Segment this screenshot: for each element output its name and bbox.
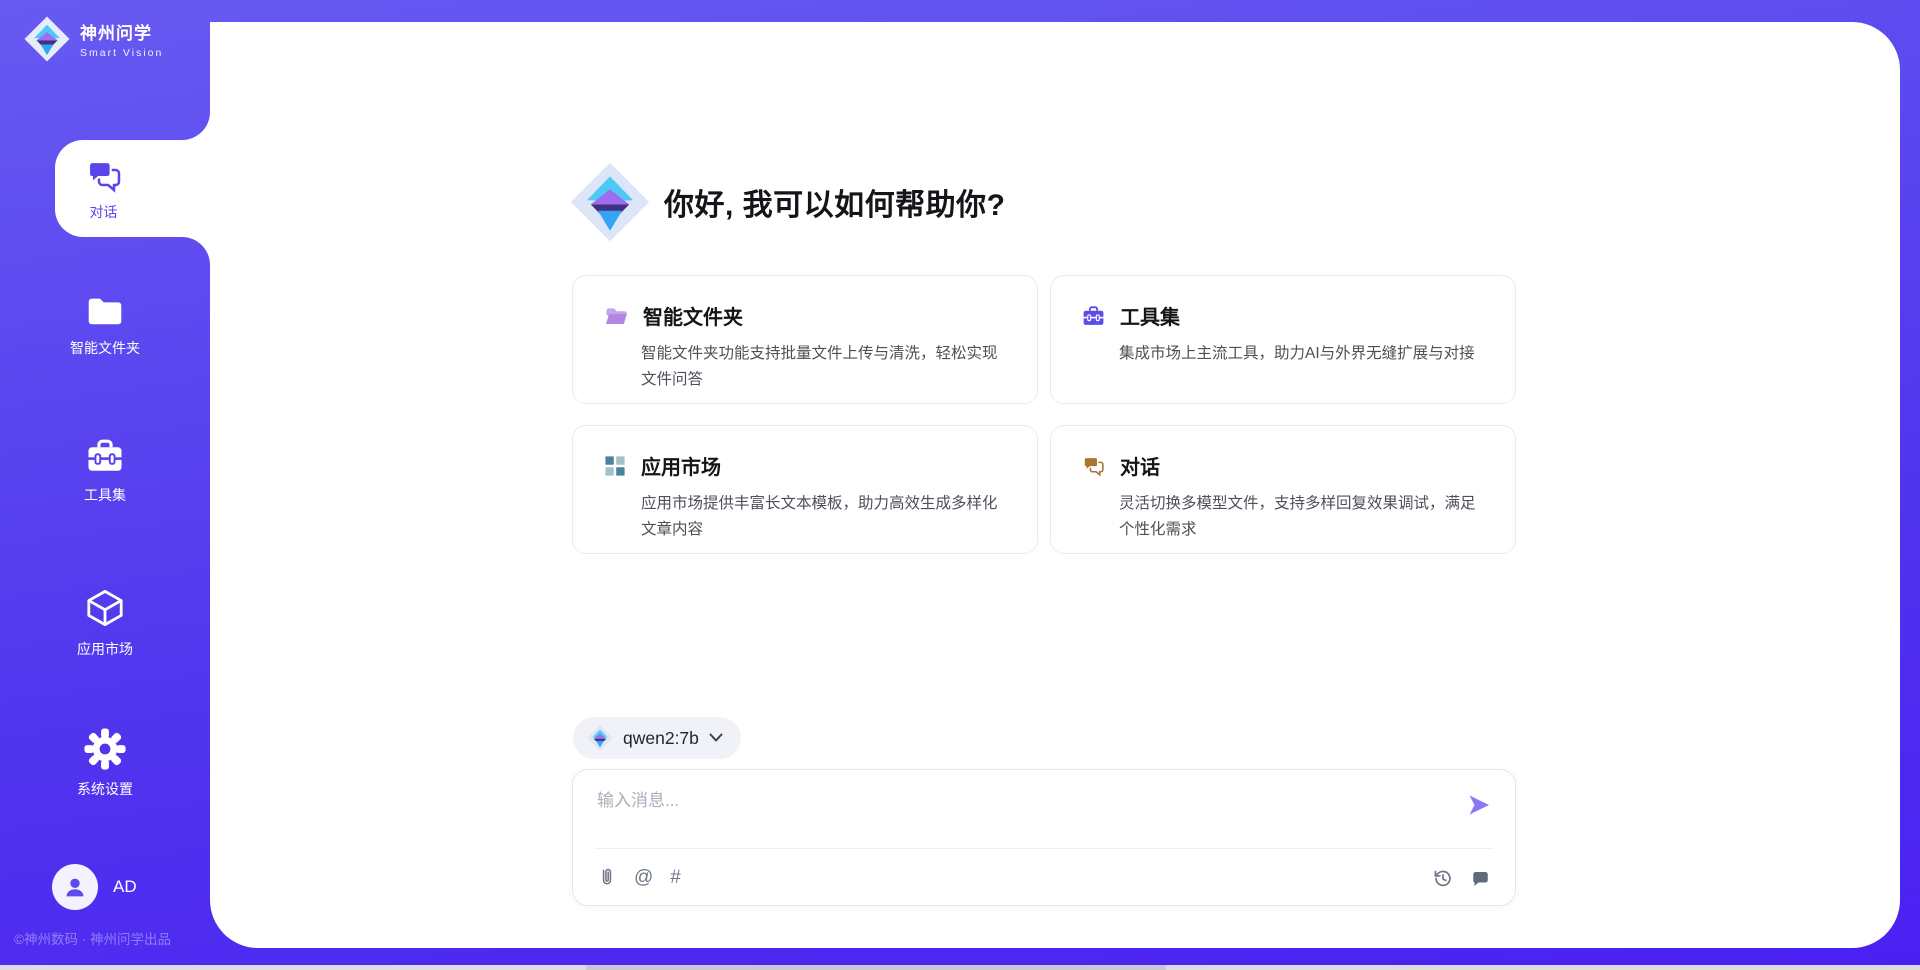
copyright: ©神州数码 · 神州问学出品 <box>14 928 210 948</box>
main-panel: 你好, 我可以如何帮助你? 智能文件夹 智能文件夹功能支持批量文件上传与清洗，轻… <box>210 22 1900 948</box>
folder-open-icon <box>603 304 629 328</box>
model-selector[interactable]: qwen2:7b <box>573 717 741 759</box>
grid-icon <box>603 454 627 478</box>
sidebar-item-settings[interactable]: 系统设置 <box>0 728 210 799</box>
card-description: 集成市场上主流工具，助力AI与外界无缝扩展与对接 <box>1119 341 1485 367</box>
scrollbar-thumb[interactable] <box>586 965 1166 970</box>
card-title: 对话 <box>1120 451 1160 480</box>
collapse-chat-button[interactable] <box>1470 868 1491 889</box>
composer-toolbar: @ # <box>597 858 1491 898</box>
card-chat[interactable]: 对话 灵活切换多模型文件，支持多样回复效果调试，满足个性化需求 <box>1050 425 1516 554</box>
card-description: 应用市场提供丰富长文本模板，助力高效生成多样化文章内容 <box>641 491 1007 543</box>
sidebar-item-label: 工具集 <box>84 485 126 505</box>
card-description: 智能文件夹功能支持批量文件上传与清洗，轻松实现文件问答 <box>641 341 1007 393</box>
history-icon <box>1432 868 1453 889</box>
mention-icon: @ <box>634 867 653 889</box>
chevron-down-icon <box>709 733 723 743</box>
mention-button[interactable]: @ <box>634 867 653 889</box>
sidebar-item-chat[interactable]: 对话 <box>55 140 210 237</box>
avatar <box>52 864 98 910</box>
send-button[interactable] <box>1467 794 1491 816</box>
send-icon <box>1467 794 1491 816</box>
card-title: 智能文件夹 <box>643 301 743 330</box>
horizontal-scrollbar[interactable] <box>0 965 1920 970</box>
concave-curve-top <box>182 84 210 140</box>
composer: @ # <box>572 769 1516 906</box>
composer-divider <box>595 848 1493 849</box>
toolbox-icon <box>84 436 126 476</box>
greeting-title: 你好, 我可以如何帮助你? <box>664 180 1006 224</box>
person-icon <box>60 872 90 902</box>
card-description: 灵活切换多模型文件，支持多样回复效果调试，满足个性化需求 <box>1119 491 1485 543</box>
folder-icon <box>84 293 126 329</box>
card-title: 工具集 <box>1120 301 1180 330</box>
toolbox-icon <box>1081 304 1106 328</box>
brand-subtitle: Smart Vision <box>80 47 163 59</box>
sidebar-item-label: 系统设置 <box>77 779 133 799</box>
paperclip-icon <box>597 867 617 889</box>
sidebar-item-toolbox[interactable]: 工具集 <box>0 436 210 505</box>
model-name: qwen2:7b <box>623 728 699 749</box>
sidebar-item-label: 智能文件夹 <box>70 338 140 358</box>
chat-icon <box>84 155 124 195</box>
card-app-market[interactable]: 应用市场 应用市场提供丰富长文本模板，助力高效生成多样化文章内容 <box>572 425 1038 554</box>
concave-curve-bottom <box>182 237 210 293</box>
model-diamond-icon <box>587 725 613 751</box>
brand: 神州问学 Smart Vision <box>24 16 163 62</box>
sidebar-item-smart-folder[interactable]: 智能文件夹 <box>0 293 210 358</box>
hashtag-button[interactable]: # <box>670 867 681 889</box>
feature-cards: 智能文件夹 智能文件夹功能支持批量文件上传与清洗，轻松实现文件问答 工具集 集成… <box>572 275 1516 554</box>
history-button[interactable] <box>1432 868 1453 889</box>
chat-bubble-icon <box>1470 868 1491 889</box>
assistant-diamond-icon <box>570 162 650 242</box>
chat-icon <box>1081 453 1106 478</box>
sidebar-item-app-market[interactable]: 应用市场 <box>0 586 210 659</box>
hashtag-icon: # <box>670 867 681 889</box>
greeting: 你好, 我可以如何帮助你? <box>570 162 1006 242</box>
cube-icon <box>84 586 126 630</box>
card-toolbox[interactable]: 工具集 集成市场上主流工具，助力AI与外界无缝扩展与对接 <box>1050 275 1516 404</box>
message-input[interactable] <box>597 786 1441 842</box>
brand-name: 神州问学 <box>80 19 163 44</box>
gear-icon <box>84 728 126 770</box>
sidebar-item-label: 应用市场 <box>77 639 133 659</box>
brand-diamond-icon <box>24 16 70 62</box>
user-profile[interactable]: AD <box>52 864 137 910</box>
sidebar-item-label: 对话 <box>90 202 118 222</box>
card-smart-folder[interactable]: 智能文件夹 智能文件夹功能支持批量文件上传与清洗，轻松实现文件问答 <box>572 275 1038 404</box>
card-title: 应用市场 <box>641 451 721 480</box>
user-initials: AD <box>113 877 137 897</box>
attach-button[interactable] <box>597 867 617 889</box>
sidebar: 神州问学 Smart Vision 对话 智能文件夹 工具集 <box>0 0 210 970</box>
